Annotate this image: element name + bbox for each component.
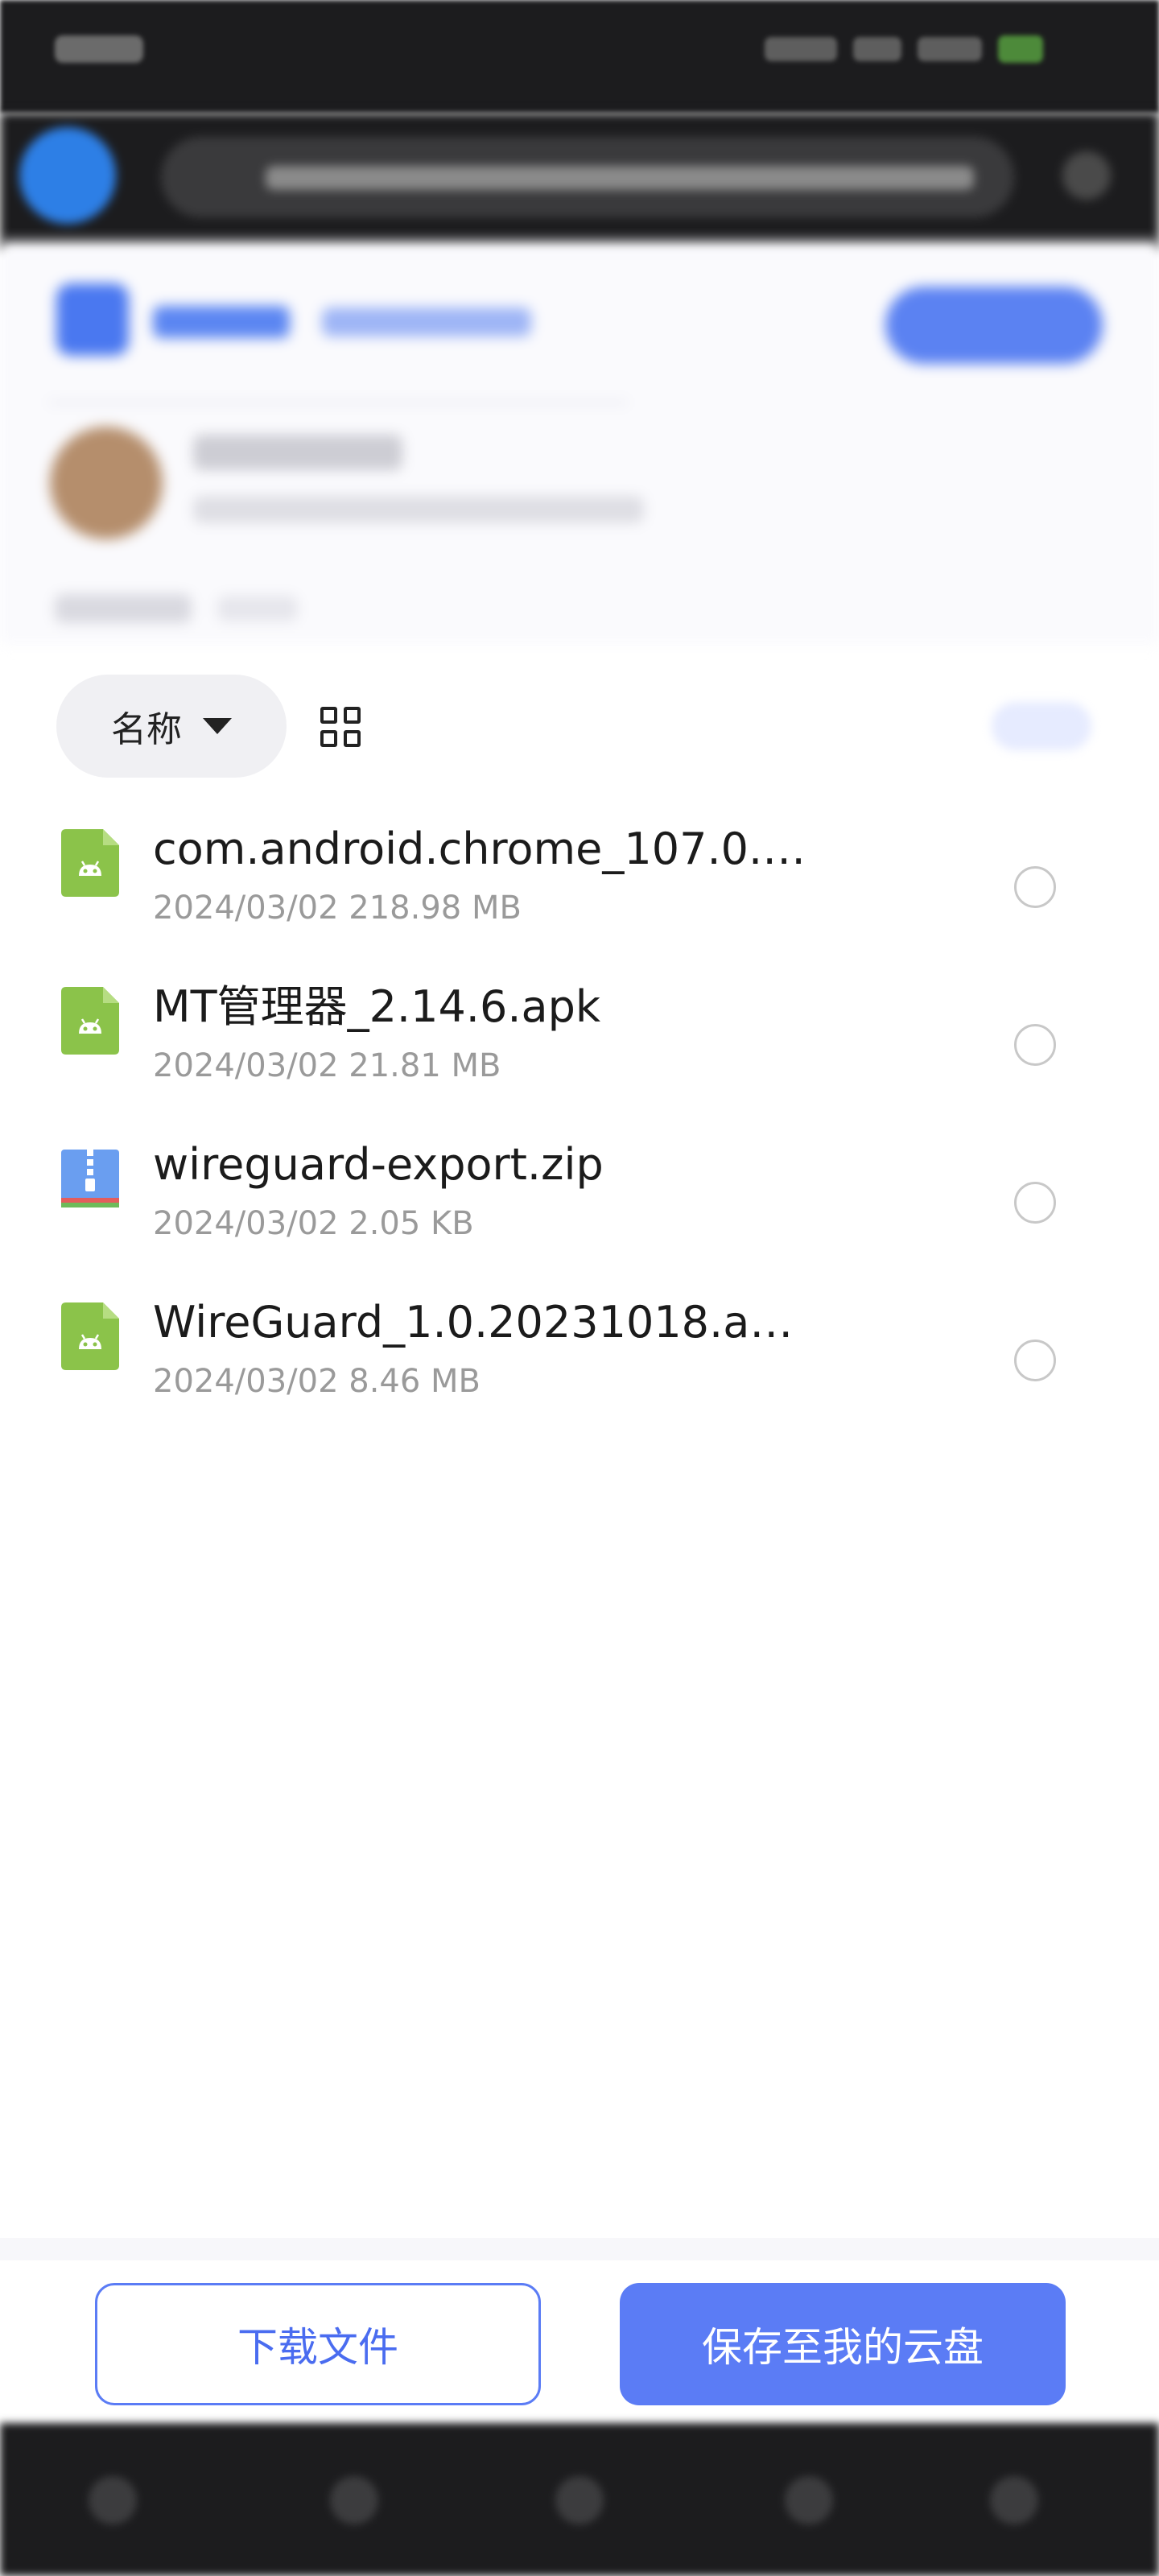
file-count-extra-blurred [217,596,298,621]
zip-archive-file-icon [61,1150,119,1208]
battery-icon [998,35,1043,63]
browser-profile-icon[interactable] [19,127,116,224]
file-list: com.android.chrome_107.0.… 2024/03/02 21… [0,805,1159,1436]
navigation-bar [0,2423,1159,2576]
android-apk-file-icon [61,1302,119,1370]
bottom-divider [0,2238,1159,2260]
cloud-logo-icon [56,283,129,356]
brand-tagline-blurred [322,308,531,336]
radio-unchecked-icon[interactable] [1014,1024,1056,1066]
nav-tabs-icon[interactable] [785,2476,833,2524]
sort-label: 名称 [111,709,182,750]
share-header-blurred [0,242,1159,644]
browser-menu-icon[interactable] [1062,151,1111,200]
nav-back-icon[interactable] [89,2476,137,2524]
radio-unchecked-icon[interactable] [1014,866,1056,908]
file-name: WireGuard_1.0.20231018.a… [153,1297,794,1348]
brand-name-blurred [153,306,290,338]
status-indicator [765,37,837,61]
browser-toolbar [0,113,1159,250]
android-apk-file-icon [61,829,119,897]
header-divider [48,401,628,404]
save-to-cloud-button[interactable]: 保存至我的云盘 [620,2283,1066,2405]
nav-home-icon[interactable] [555,2476,604,2524]
file-count-blurred [55,594,192,623]
address-text-blurred [266,166,974,190]
share-info-blurred [193,496,644,523]
sharer-avatar [50,427,163,539]
status-time-blurred [55,35,143,63]
file-meta: 2024/03/02 21.81 MB [153,1047,501,1084]
file-meta: 2024/03/02 2.05 KB [153,1205,474,1242]
select-all-button[interactable] [992,702,1091,750]
download-file-button[interactable]: 下载文件 [95,2283,541,2405]
status-bar [0,0,1159,113]
header-action-button[interactable] [885,287,1103,364]
android-apk-file-icon [61,987,119,1055]
sharer-name-blurred [193,435,402,470]
caret-down-icon [203,718,232,734]
status-indicator [918,37,982,61]
file-meta: 2024/03/02 218.98 MB [153,890,522,927]
sort-by-name-button[interactable]: 名称 [56,675,287,778]
file-row[interactable]: WireGuard_1.0.20231018.a… 2024/03/02 8.4… [0,1278,1159,1436]
file-name: wireguard-export.zip [153,1139,604,1190]
grid-view-icon[interactable] [320,707,361,747]
file-row[interactable]: com.android.chrome_107.0.… 2024/03/02 21… [0,805,1159,963]
radio-unchecked-icon[interactable] [1014,1340,1056,1381]
file-name: MT管理器_2.14.6.apk [153,981,601,1032]
nav-forward-icon[interactable] [330,2476,378,2524]
file-row[interactable]: MT管理器_2.14.6.apk 2024/03/02 21.81 MB [0,963,1159,1121]
radio-unchecked-icon[interactable] [1014,1182,1056,1224]
file-name: com.android.chrome_107.0.… [153,824,806,874]
nav-menu-icon[interactable] [990,2476,1038,2524]
file-meta: 2024/03/02 8.46 MB [153,1363,481,1400]
file-row[interactable]: wireguard-export.zip 2024/03/02 2.05 KB [0,1121,1159,1278]
status-indicator [853,37,901,61]
